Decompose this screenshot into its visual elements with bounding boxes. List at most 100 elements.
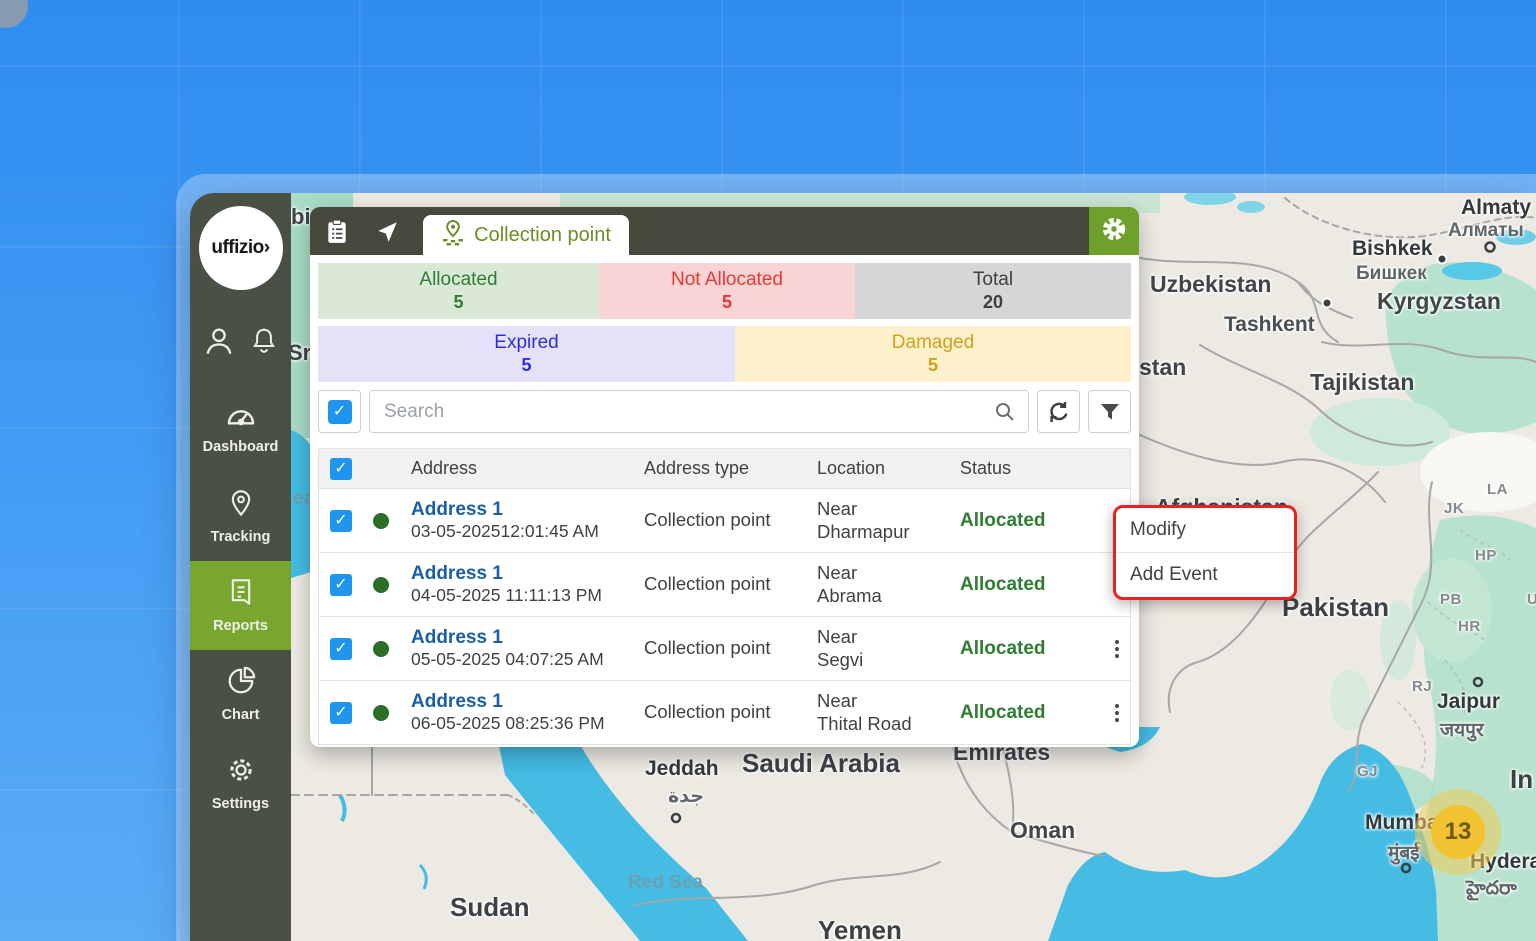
address-datetime: 03-05-202512:01:45 AM	[411, 521, 632, 543]
sidebar-item-tracking[interactable]: Tracking	[190, 472, 291, 561]
stat-label: Allocated	[419, 269, 497, 291]
table-row[interactable]: ✓ Address 106-05-2025 08:25:36 PM Collec…	[319, 681, 1130, 745]
status-dot	[373, 577, 389, 593]
user-icon[interactable]	[202, 324, 236, 363]
refresh-button[interactable]	[1037, 390, 1080, 433]
status-badge: Allocated	[948, 638, 1103, 660]
location-line2: Segvi	[817, 649, 948, 671]
map-label: U	[1527, 591, 1536, 608]
stat-label: Damaged	[892, 332, 974, 354]
status-dot	[373, 641, 389, 657]
check-icon: ✓	[333, 404, 346, 420]
address-link[interactable]: Address 1	[411, 498, 632, 522]
map-label: In	[1510, 764, 1533, 795]
collection-point-table: ✓ Address Address type Location Status ✓…	[318, 448, 1131, 745]
filter-button[interactable]	[1088, 390, 1131, 433]
map-label: JK	[1444, 500, 1464, 517]
row-checkbox[interactable]: ✓	[330, 638, 352, 660]
address-type: Collection point	[632, 637, 805, 659]
table-row[interactable]: ✓ Address 105-05-2025 04:07:25 AM Collec…	[319, 617, 1130, 681]
stat-damaged: Damaged 5	[735, 326, 1131, 382]
address-datetime: 05-05-2025 04:07:25 AM	[411, 649, 632, 671]
location-line2: Thital Road	[817, 713, 948, 735]
chart-icon	[226, 666, 256, 701]
sidebar-item-dashboard[interactable]: Dashboard	[190, 383, 291, 472]
sidebar-item-label: Tracking	[211, 529, 271, 545]
map-label: Almaty	[1461, 196, 1531, 220]
map-label: Jaipur	[1437, 690, 1500, 714]
address-link[interactable]: Address 1	[411, 562, 632, 586]
address-type: Collection point	[632, 509, 805, 531]
map-label: Jeddah	[645, 757, 719, 781]
map-label: Алматы	[1448, 220, 1524, 242]
row-menu-button[interactable]	[1103, 704, 1130, 722]
header-checkbox[interactable]: ✓	[330, 458, 352, 480]
sidebar-item-settings[interactable]: Settings	[190, 739, 291, 828]
address-datetime: 06-05-2025 08:25:36 PM	[411, 713, 632, 735]
stat-value: 5	[722, 292, 732, 313]
stat-value: 5	[521, 355, 531, 376]
map-label: जयपुर	[1440, 716, 1484, 742]
location-line1: Near	[817, 562, 948, 584]
map-label: جدة	[668, 785, 704, 808]
address-type: Collection point	[632, 573, 805, 595]
address-link[interactable]: Address 1	[411, 690, 632, 714]
check-icon: ✓	[334, 641, 347, 657]
address-link[interactable]: Address 1	[411, 626, 632, 650]
stat-label: Total	[973, 269, 1013, 291]
panel-settings-button[interactable]	[1089, 207, 1139, 255]
sidebar-item-label: Settings	[212, 796, 269, 812]
map-label: Pakistan	[1282, 592, 1389, 623]
location-line1: Near	[817, 498, 948, 520]
table-header: ✓ Address Address type Location Status	[319, 449, 1130, 489]
table-row[interactable]: ✓ Address 104-05-2025 11:11:13 PM Collec…	[319, 553, 1130, 617]
row-context-menu: Modify Add Event	[1113, 505, 1297, 600]
col-header-status: Status	[948, 458, 1103, 479]
sidebar-item-reports[interactable]: Reports	[190, 561, 291, 650]
menu-item-modify[interactable]: Modify	[1116, 508, 1294, 552]
stat-value: 5	[453, 292, 463, 313]
clipboard-icon[interactable]	[326, 219, 348, 250]
check-icon: ✓	[334, 705, 347, 721]
map-cluster-marker[interactable]: 13	[1415, 789, 1501, 875]
check-icon: ✓	[334, 513, 347, 529]
uffizio-logo: uffizio›	[199, 206, 283, 290]
map-label: PB	[1440, 591, 1462, 608]
address-type: Collection point	[632, 701, 805, 723]
row-checkbox[interactable]: ✓	[330, 510, 352, 532]
map-label: HP	[1475, 547, 1497, 564]
search-icon[interactable]	[993, 400, 1017, 429]
tab-label: Collection point	[474, 224, 611, 247]
menu-item-add-event[interactable]: Add Event	[1116, 552, 1294, 597]
check-icon: ✓	[334, 461, 347, 477]
row-menu-button[interactable]	[1103, 640, 1130, 658]
status-dot	[373, 705, 389, 721]
table-row[interactable]: ✓ Address 103-05-202512:01:45 AM Collect…	[319, 489, 1130, 553]
stat-label: Expired	[494, 332, 558, 354]
map-label: Oman	[1010, 817, 1075, 844]
navigate-icon[interactable]	[374, 219, 400, 250]
address-datetime: 04-05-2025 11:11:13 PM	[411, 585, 632, 607]
stat-value: 20	[983, 292, 1003, 313]
select-all-toggle[interactable]: ✓	[318, 390, 361, 433]
row-checkbox[interactable]: ✓	[330, 574, 352, 596]
tab-collection-point[interactable]: Collection point	[423, 215, 629, 255]
map-label: stan	[1139, 354, 1186, 381]
sidebar: uffizio› Dashbo	[190, 193, 291, 941]
sidebar-item-chart[interactable]: Chart	[190, 650, 291, 739]
check-icon: ✓	[334, 577, 347, 593]
status-badge: Allocated	[948, 574, 1103, 596]
bell-icon[interactable]	[249, 325, 279, 362]
screen: { "colors": { "background_blue": "#2f8cf…	[0, 0, 1536, 941]
map-label: హైదరా	[1466, 878, 1517, 904]
stat-expired: Expired 5	[318, 326, 735, 382]
location-line2: Abrama	[817, 585, 948, 607]
search-input[interactable]	[369, 390, 1029, 433]
stat-label: Not Allocated	[671, 269, 783, 291]
map-label: Sudan	[450, 892, 529, 923]
reports-icon	[227, 577, 255, 612]
row-checkbox[interactable]: ✓	[330, 702, 352, 724]
map-label: Bishkek	[1352, 237, 1433, 261]
select-all-checkbox[interactable]: ✓	[328, 400, 352, 424]
sidebar-item-label: Dashboard	[203, 439, 279, 455]
